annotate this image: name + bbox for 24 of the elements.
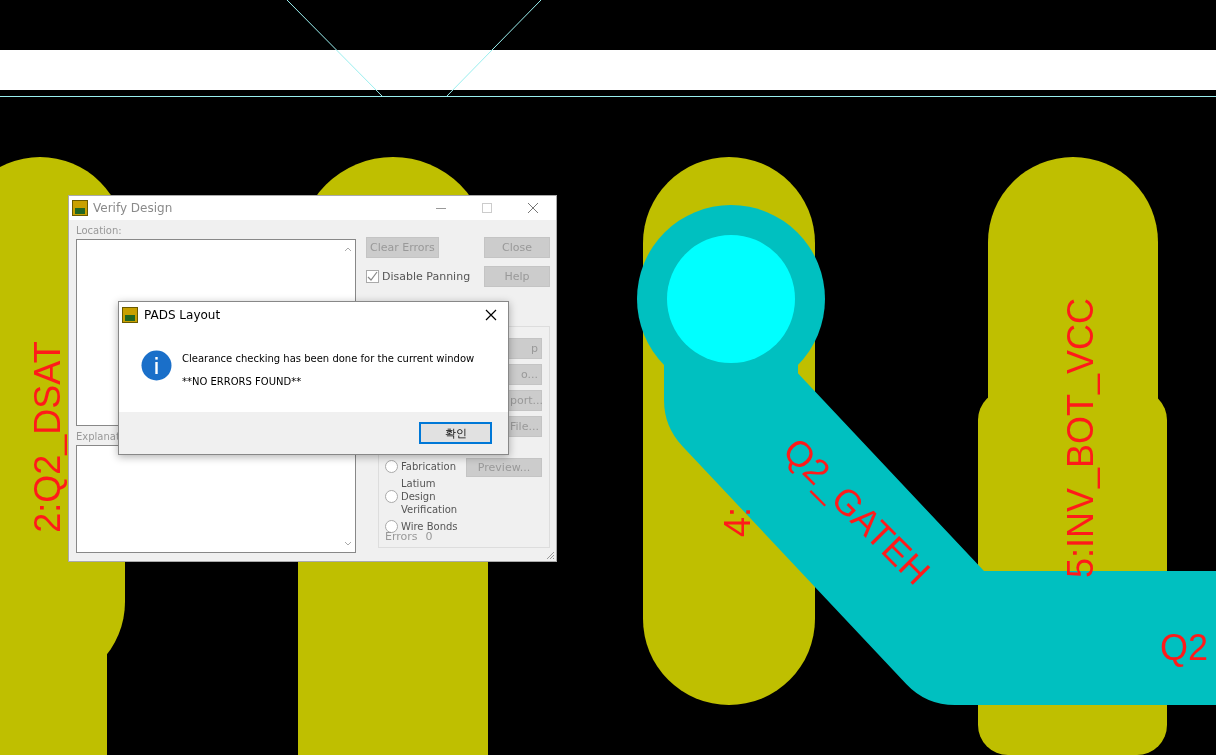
location-label: Location: — [76, 224, 123, 238]
errors-count: 0 — [425, 530, 433, 543]
option-radio[interactable]: Latium Design Verification — [385, 477, 471, 516]
net-label: 5:INV_BOT_VCC — [1060, 297, 1101, 579]
resize-grip-icon[interactable] — [546, 551, 555, 560]
scroll-down-icon[interactable] — [344, 541, 352, 547]
checkmark-icon — [367, 271, 378, 282]
net-label: 2:Q2_DSAT — [27, 341, 68, 533]
app-icon — [72, 200, 88, 216]
window-title: Verify Design — [93, 201, 173, 215]
errors-label: Errors — [385, 530, 418, 543]
net-label: Q2 — [1160, 627, 1209, 668]
explanation-box[interactable] — [76, 445, 356, 553]
net-label: 4: — [717, 507, 758, 537]
message-text: Clearance checking has been done for the current window — [182, 353, 475, 364]
disable-panning-checkbox[interactable]: Disable Panning — [366, 270, 471, 283]
message-detail: **NO ERRORS FOUND** — [182, 376, 303, 387]
option-radio[interactable]: Wire Bonds — [385, 520, 471, 533]
ok-button[interactable]: 확인 — [419, 422, 492, 444]
explanation-label: Explanat — [76, 430, 121, 444]
scroll-up-icon[interactable] — [344, 246, 352, 252]
info-icon — [141, 350, 172, 381]
app-icon — [122, 307, 138, 323]
dialog-title: PADS Layout — [144, 308, 221, 322]
